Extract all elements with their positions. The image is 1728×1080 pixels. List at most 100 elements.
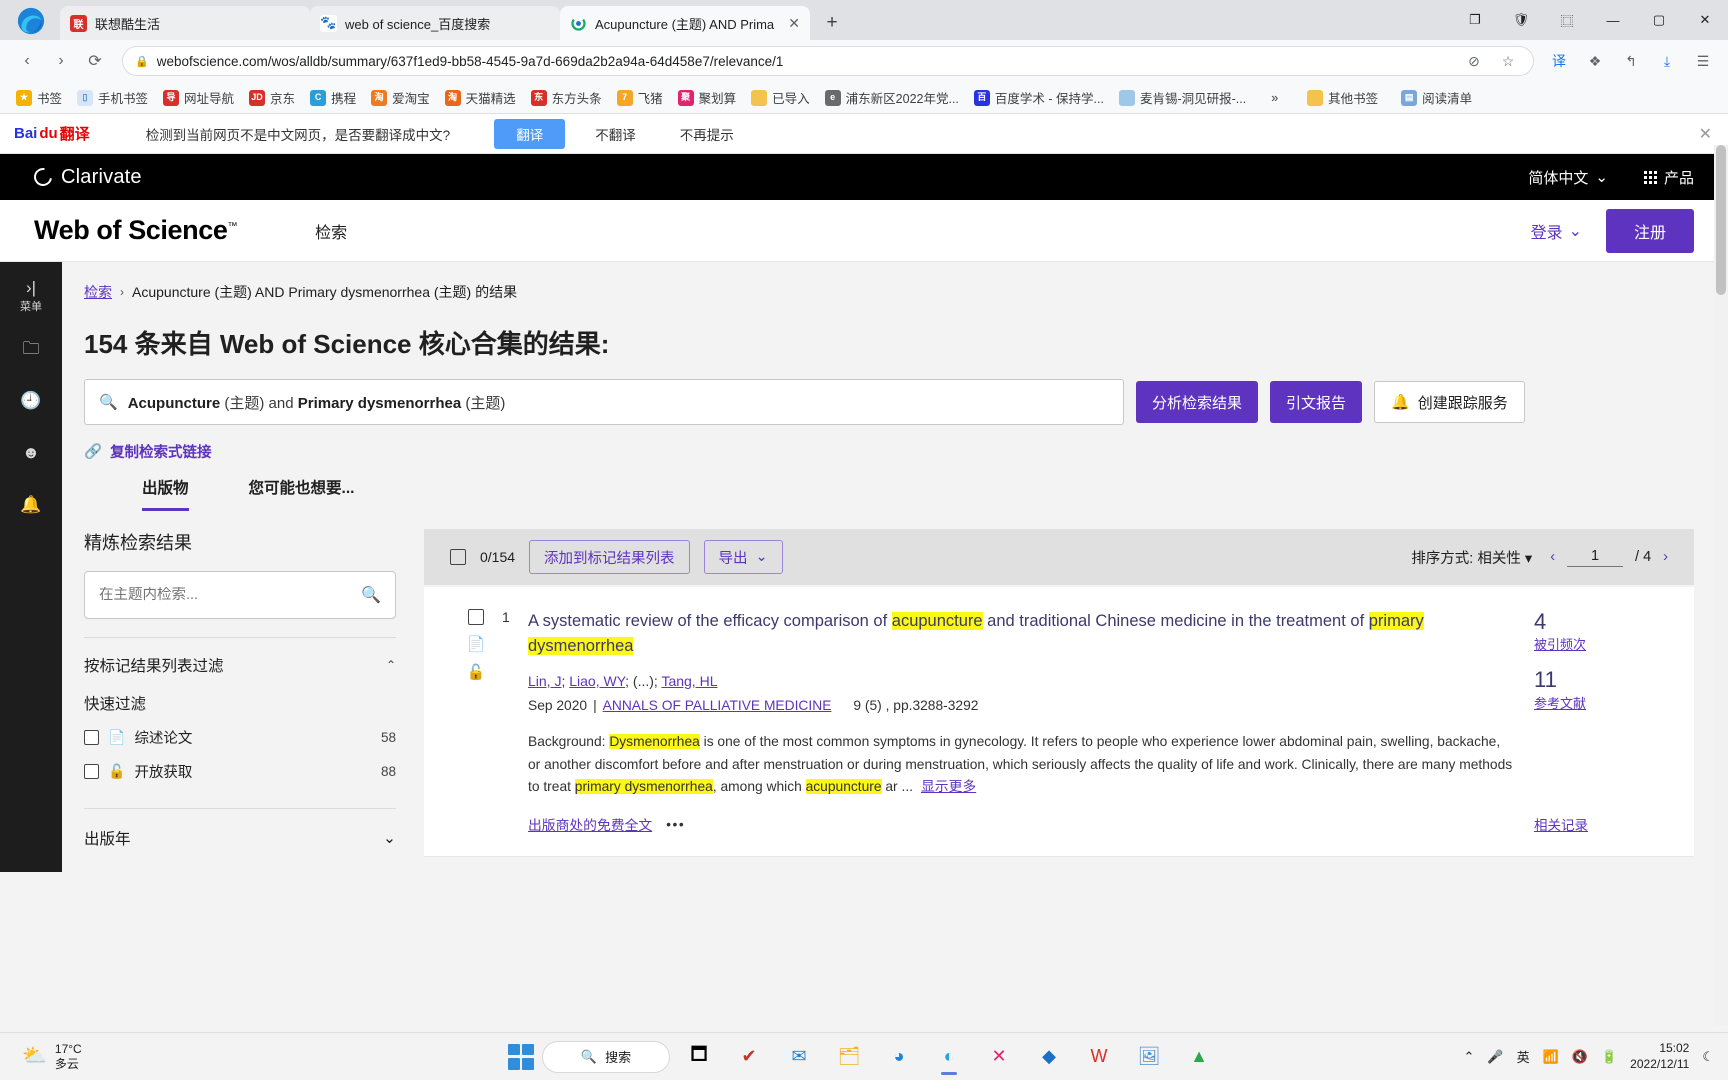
bookmark-item[interactable]: 7 飞猪 [611,85,669,110]
checkbox[interactable] [84,730,99,745]
page-scrollbar[interactable] [1714,145,1728,1025]
bookmark-item[interactable]: 淘爱淘宝 [365,85,436,110]
translate-icon[interactable]: 译 [1546,48,1572,74]
tab-you-may-also-like[interactable]: 您可能也想要... [249,476,355,511]
sidebar-item-profile[interactable]: ☻ [8,428,54,476]
register-button[interactable]: 注册 [1605,208,1694,253]
bookmark-item[interactable]: 已导入 [745,85,816,110]
wos-logo[interactable]: Web of Science™ [34,215,237,246]
browser-tab-3-active[interactable]: Acupuncture (主题) AND Prima ✕ [560,6,810,40]
weather-widget[interactable]: ⛅ 17°C 多云 [0,1042,82,1072]
record-title[interactable]: A systematic review of the efficacy comp… [528,609,1514,659]
file-explorer-icon[interactable]: 🗂 [828,1037,870,1077]
new-tab-button[interactable]: + [818,9,846,37]
no-translate-button[interactable]: 不翻译 [581,119,650,149]
split-screen-icon[interactable]: ⿴ [1544,3,1590,37]
other-bookmarks-folder[interactable]: 其他书签 [1301,85,1384,110]
sidebar-item-marked-list[interactable]: 🗀 [8,324,54,372]
bookmark-item[interactable]: JD 京东 [243,85,301,110]
wifi-icon[interactable]: 📶 [1543,1049,1559,1065]
bookmark-item[interactable]: 百百度学术 - 保持学... [968,85,1110,110]
tab-group-icon[interactable]: ❐ [1452,3,1498,37]
current-page-input[interactable]: 1 [1567,548,1624,567]
nav-search-link[interactable]: 检索 [315,219,347,243]
maximize-icon[interactable]: ▢ [1636,3,1682,37]
shield-icon[interactable]: 🛡 [1498,3,1544,37]
reading-list-button[interactable]: ▤ 阅读清单 [1395,85,1478,110]
clock[interactable]: 15:02 2022/12/11 [1630,1041,1689,1072]
more-options-icon[interactable]: ••• [666,817,685,832]
refine-search-input[interactable] [99,587,362,603]
related-records-link[interactable]: 相关记录 [1534,814,1668,834]
sidebar-item-alerts[interactable]: 🔔 [8,480,54,528]
bookmark-item[interactable]: 麦肯锡-洞见研报-... [1113,85,1252,110]
next-page-button[interactable]: › [1663,549,1668,565]
green-app-icon[interactable]: ▲ [1178,1037,1220,1077]
favorite-star-icon[interactable]: ☆ [1495,48,1521,74]
browser-tab-1[interactable]: 联 联想酷生活 [60,6,310,40]
reload-icon[interactable]: ⟳ [80,46,110,76]
copy-query-link-button[interactable]: 🔗 复制检索式链接 [62,425,1728,462]
settings-menu-icon[interactable]: ☰ [1690,48,1716,74]
sort-dropdown[interactable]: 排序方式: 相关性 ▾ [1411,547,1532,568]
sidebar-item-search-history[interactable]: 🕘 [8,376,54,424]
mail-icon[interactable]: ✉ [778,1037,820,1077]
back-icon[interactable]: ‹ [12,46,42,76]
close-window-icon[interactable]: ✕ [1682,3,1728,37]
bookmark-item[interactable]: ▯ 手机书签 [71,85,154,110]
bookmark-item[interactable]: C 携程 [304,85,362,110]
bookmark-item[interactable]: e 浦东新区2022年党... [819,85,965,110]
address-bar[interactable]: 🔒 webofscience.com/wos/alldb/summary/637… [122,46,1534,76]
wps-icon[interactable]: W [1078,1037,1120,1077]
filter-open-access[interactable]: 🔓 开放获取 88 [84,761,396,782]
volume-muted-icon[interactable]: 🔇 [1572,1049,1588,1065]
forward-icon[interactable]: › [46,46,76,76]
language-selector[interactable]: 简体中文 ⌄ [1528,167,1608,188]
search-icon[interactable]: 🔍 [361,585,381,605]
times-cited-metric[interactable]: 4 被引频次 [1534,609,1668,653]
tray-expand-icon[interactable]: ⌃ [1464,1049,1475,1065]
close-icon[interactable]: ✕ [1699,124,1712,144]
journal-link[interactable]: ANNALS OF PALLIATIVE MEDICINE [603,698,832,713]
prev-page-button[interactable]: ‹ [1550,549,1555,565]
create-alert-button[interactable]: 🔔 创建跟踪服务 [1374,381,1525,423]
refine-search-box[interactable]: 🔍 [84,571,396,619]
never-translate-button[interactable]: 不再提示 [666,119,748,149]
author-link[interactable]: Tang, HL [661,673,717,689]
bookmark-item[interactable]: 聚聚划算 [672,85,743,110]
browser-essentials-icon[interactable]: ⊘ [1461,48,1487,74]
marked-list-filter-section[interactable]: 按标记结果列表过滤 ⌃ [84,637,396,676]
edge-dev-icon[interactable]: ◐ [928,1037,970,1077]
mic-icon[interactable]: 🎤 [1487,1049,1503,1065]
bookmark-item[interactable]: ★ 书签 [10,85,68,110]
task-view-icon[interactable]: 🗖 [678,1037,720,1077]
taskbar-search[interactable]: 🔍 搜索 [542,1040,670,1073]
export-button[interactable]: 导出 ⌄ [703,540,783,574]
search-query-box[interactable]: 🔍 Acupuncture (主题) and Primary dysmenorr… [84,379,1124,425]
sidebar-toggle-menu[interactable]: ›| 菜单 [8,272,54,320]
author-link[interactable]: Liao, WY [569,673,625,689]
start-button-icon[interactable] [508,1043,534,1070]
scrollbar-thumb[interactable] [1716,145,1726,295]
citation-report-button[interactable]: 引文报告 [1270,381,1363,423]
clarivate-logo[interactable]: Clarivate [30,164,142,190]
bookmarks-overflow-button[interactable]: » [1265,88,1284,108]
browser-tab-2[interactable]: 🐾 web of science_百度搜索 [310,6,560,40]
wechat-icon[interactable]: ✔ [728,1037,770,1077]
minimize-icon[interactable]: — [1590,3,1636,37]
battery-icon[interactable]: 🔋 [1601,1049,1617,1065]
author-link[interactable]: Lin, J [528,673,561,689]
bookmark-item[interactable]: 东东方头条 [525,85,608,110]
record-checkbox[interactable] [468,609,484,625]
bookmark-item[interactable]: 淘天猫精选 [439,85,522,110]
blue-app-icon[interactable]: ◆ [1028,1037,1070,1077]
downloads-icon[interactable]: ⤓ [1654,48,1680,74]
products-menu[interactable]: 产品 [1643,167,1694,188]
analyze-results-button[interactable]: 分析检索结果 [1136,381,1259,423]
add-to-marked-list-button[interactable]: 添加到标记结果列表 [529,540,690,574]
select-all-checkbox[interactable] [450,549,466,565]
sign-in-button[interactable]: 登录 ⌄ [1531,219,1582,243]
references-metric[interactable]: 11 参考文献 [1534,667,1668,711]
filter-review-articles[interactable]: 📄 综述论文 58 [84,727,396,748]
notifications-moon-icon[interactable]: ☾ [1702,1049,1714,1065]
